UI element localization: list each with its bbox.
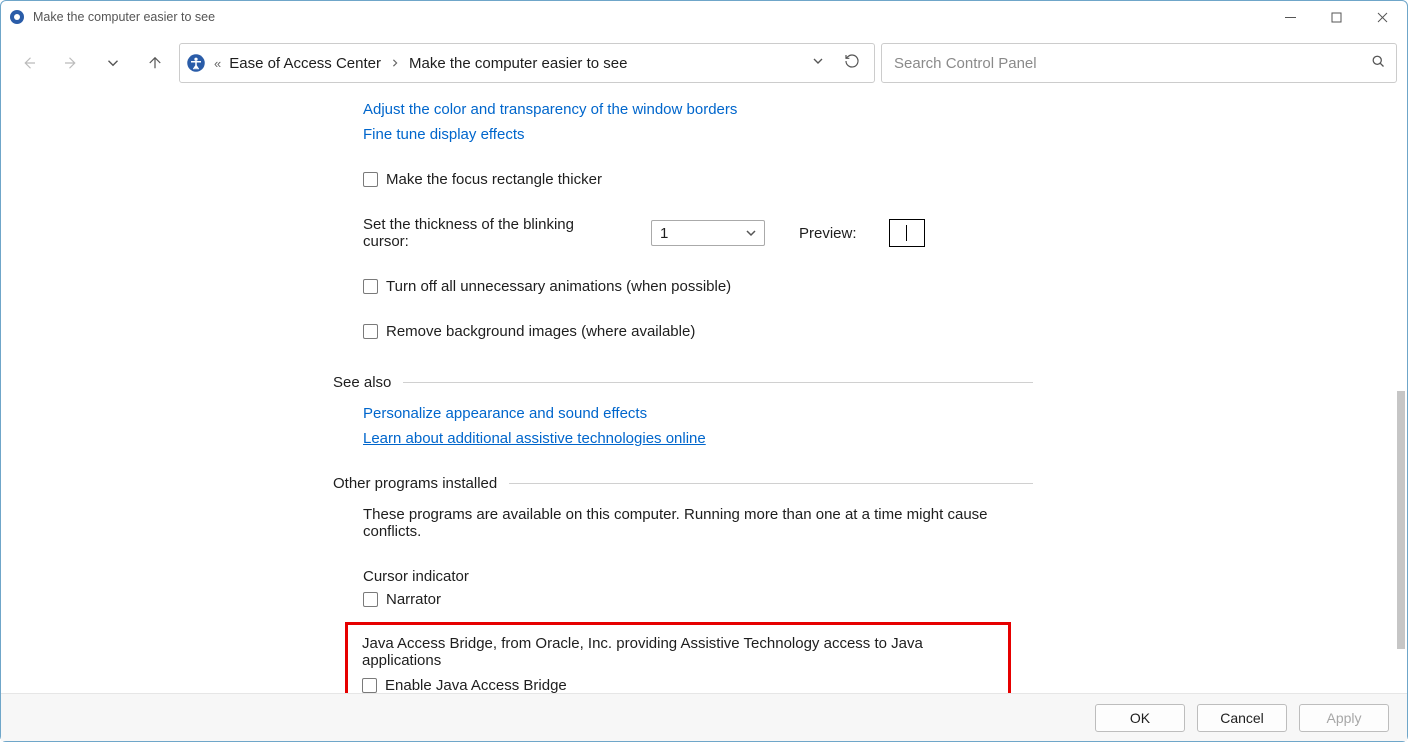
window-title: Make the computer easier to see [33, 10, 215, 24]
breadcrumb[interactable]: « Ease of Access Center Make the compute… [179, 43, 875, 83]
breadcrumb-current[interactable]: Make the computer easier to see [409, 55, 627, 72]
cancel-button[interactable]: Cancel [1197, 704, 1287, 732]
section-see-also: See also [333, 374, 1033, 391]
cursor-indicator-label: Cursor indicator [363, 568, 469, 585]
ok-button[interactable]: OK [1095, 704, 1185, 732]
nav-row: « Ease of Access Center Make the compute… [1, 33, 1407, 93]
ease-of-access-icon [186, 53, 206, 73]
checkbox-remove-bg-label: Remove background images (where availabl… [386, 323, 695, 340]
checkbox-turn-off-animations[interactable] [363, 279, 378, 294]
link-learn-online[interactable]: Learn about additional assistive technol… [363, 430, 706, 447]
nav-recent-dropdown[interactable] [95, 45, 131, 81]
checkbox-focus-thicker-label: Make the focus rectangle thicker [386, 171, 602, 188]
checkbox-turn-off-animations-label: Turn off all unnecessary animations (whe… [386, 278, 731, 295]
chevron-down-icon [746, 228, 756, 238]
jab-desc: Java Access Bridge, from Oracle, Inc. pr… [362, 635, 923, 669]
section-other-programs-label: Other programs installed [333, 475, 497, 492]
titlebar: Make the computer easier to see [1, 1, 1407, 33]
checkbox-narrator-label: Narrator [386, 591, 441, 608]
scrollbar-thumb[interactable] [1397, 391, 1405, 649]
breadcrumb-root[interactable]: Ease of Access Center [229, 55, 381, 72]
cursor-thickness-value: 1 [660, 225, 668, 242]
nav-forward-button[interactable] [53, 45, 89, 81]
maximize-button[interactable] [1313, 2, 1359, 32]
other-programs-desc: These programs are available on this com… [363, 506, 988, 540]
checkbox-enable-jab-label: Enable Java Access Bridge [385, 677, 567, 693]
control-panel-icon [9, 9, 25, 25]
cursor-thickness-combo[interactable]: 1 [651, 220, 765, 246]
checkbox-enable-jab[interactable] [362, 678, 377, 693]
link-adjust-borders[interactable]: Adjust the color and transparency of the… [363, 101, 737, 118]
breadcrumb-dropdown-icon[interactable] [810, 53, 826, 73]
window: Make the computer easier to see [0, 0, 1408, 742]
link-personalize[interactable]: Personalize appearance and sound effects [363, 405, 647, 422]
search-input[interactable] [892, 44, 1363, 82]
section-see-also-label: See also [333, 374, 391, 391]
checkbox-remove-bg[interactable] [363, 324, 378, 339]
preview-label: Preview: [799, 225, 857, 242]
content-area: Adjust the color and transparency of the… [1, 93, 1407, 693]
chevron-right-icon [391, 56, 399, 70]
search-box[interactable] [881, 43, 1397, 83]
cursor-thickness-label: Set the thickness of the blinking cursor… [363, 216, 619, 250]
nav-up-button[interactable] [137, 45, 173, 81]
nav-back-button[interactable] [11, 45, 47, 81]
footer: OK Cancel Apply [1, 693, 1407, 741]
checkbox-focus-thicker[interactable] [363, 172, 378, 187]
cursor-preview [889, 219, 925, 247]
refresh-button[interactable] [844, 53, 860, 73]
search-icon[interactable] [1371, 54, 1386, 73]
scrollbar[interactable] [1393, 93, 1407, 693]
link-fine-tune[interactable]: Fine tune display effects [363, 126, 524, 143]
breadcrumb-overflow-icon[interactable]: « [214, 56, 221, 71]
section-other-programs: Other programs installed [333, 475, 1033, 492]
checkbox-narrator[interactable] [363, 592, 378, 607]
highlight-java-access-bridge: Java Access Bridge, from Oracle, Inc. pr… [345, 622, 1011, 693]
minimize-button[interactable] [1267, 2, 1313, 32]
close-button[interactable] [1359, 2, 1405, 32]
apply-button[interactable]: Apply [1299, 704, 1389, 732]
